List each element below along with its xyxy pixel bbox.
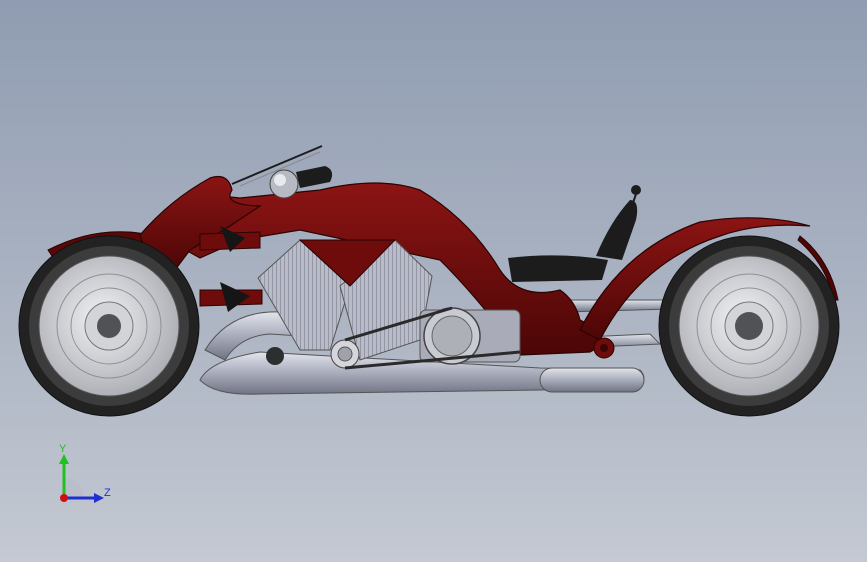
exhaust-muffler [539,367,645,393]
front-clamp-lower [220,282,250,312]
y-axis-label: Y [59,443,67,455]
coordinate-triad: Y Z [59,443,111,503]
handlebar-grip [296,166,333,188]
graphics-viewport[interactable]: Y Z [0,0,867,562]
seat [508,255,608,282]
backrest-knob [631,185,641,195]
oil-filter [266,347,284,365]
motorcycle-model[interactable] [0,0,867,562]
backrest [596,200,638,260]
rear-wheel [658,235,840,417]
front-wheel [18,235,200,417]
x-axis-dot [60,494,68,502]
z-axis-label: Z [104,487,111,499]
